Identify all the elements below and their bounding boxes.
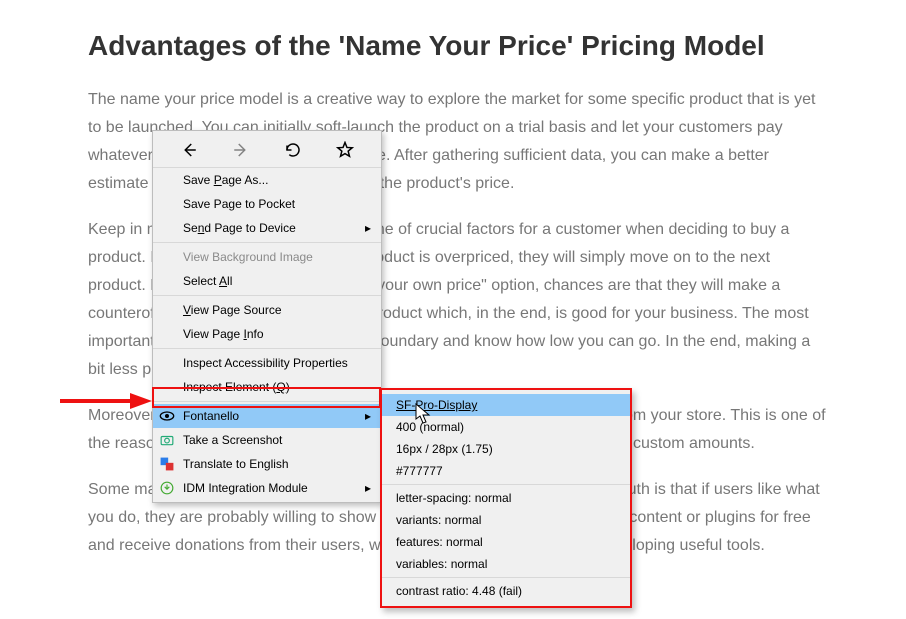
menu-separator xyxy=(382,484,630,485)
menu-inspect-element[interactable]: Inspect Element (Q) xyxy=(153,375,381,399)
submenu-font-color[interactable]: #777777 xyxy=(382,460,630,482)
menu-separator xyxy=(153,348,381,349)
bookmark-icon[interactable] xyxy=(334,139,356,161)
menu-view-background-image: View Background Image xyxy=(153,245,381,269)
menu-send-page-to-device[interactable]: Send Page to Device ▸ xyxy=(153,216,381,240)
context-menu[interactable]: Save Page As... Save Page to Pocket Send… xyxy=(152,130,382,503)
context-nav-row xyxy=(153,133,381,168)
chevron-right-icon: ▸ xyxy=(365,406,371,426)
submenu-contrast-ratio[interactable]: contrast ratio: 4.48 (fail) xyxy=(382,580,630,602)
submenu-variables[interactable]: variables: normal xyxy=(382,553,630,575)
menu-separator xyxy=(153,401,381,402)
submenu-variants[interactable]: variants: normal xyxy=(382,509,630,531)
menu-select-all[interactable]: Select All xyxy=(153,269,381,293)
forward-icon[interactable] xyxy=(230,139,252,161)
submenu-font-family[interactable]: SF-Pro-Display xyxy=(382,394,630,416)
menu-save-page-as[interactable]: Save Page As... xyxy=(153,168,381,192)
camera-icon xyxy=(159,432,175,448)
reload-icon[interactable] xyxy=(282,139,304,161)
menu-view-page-source[interactable]: View Page Source xyxy=(153,298,381,322)
menu-separator xyxy=(153,242,381,243)
menu-view-page-info[interactable]: View Page Info xyxy=(153,322,381,346)
article-title: Advantages of the 'Name Your Price' Pric… xyxy=(88,28,826,64)
menu-translate-to-english[interactable]: Translate to English xyxy=(153,452,381,476)
menu-save-page-to-pocket[interactable]: Save Page to Pocket xyxy=(153,192,381,216)
menu-inspect-accessibility[interactable]: Inspect Accessibility Properties xyxy=(153,351,381,375)
translate-icon xyxy=(159,456,175,472)
fontanello-icon xyxy=(159,408,175,424)
submenu-font-weight[interactable]: 400 (normal) xyxy=(382,416,630,438)
back-icon[interactable] xyxy=(178,139,200,161)
submenu-font-size[interactable]: 16px / 28px (1.75) xyxy=(382,438,630,460)
submenu-features[interactable]: features: normal xyxy=(382,531,630,553)
chevron-right-icon: ▸ xyxy=(365,478,371,498)
menu-idm-integration[interactable]: IDM Integration Module ▸ xyxy=(153,476,381,500)
menu-separator xyxy=(153,295,381,296)
menu-take-screenshot[interactable]: Take a Screenshot xyxy=(153,428,381,452)
menu-separator xyxy=(382,577,630,578)
menu-fontanello[interactable]: Fontanello ▸ xyxy=(153,404,381,428)
idm-icon xyxy=(159,480,175,496)
chevron-right-icon: ▸ xyxy=(365,218,371,238)
fontanello-submenu[interactable]: SF-Pro-Display 400 (normal) 16px / 28px … xyxy=(380,388,632,608)
submenu-letter-spacing[interactable]: letter-spacing: normal xyxy=(382,487,630,509)
